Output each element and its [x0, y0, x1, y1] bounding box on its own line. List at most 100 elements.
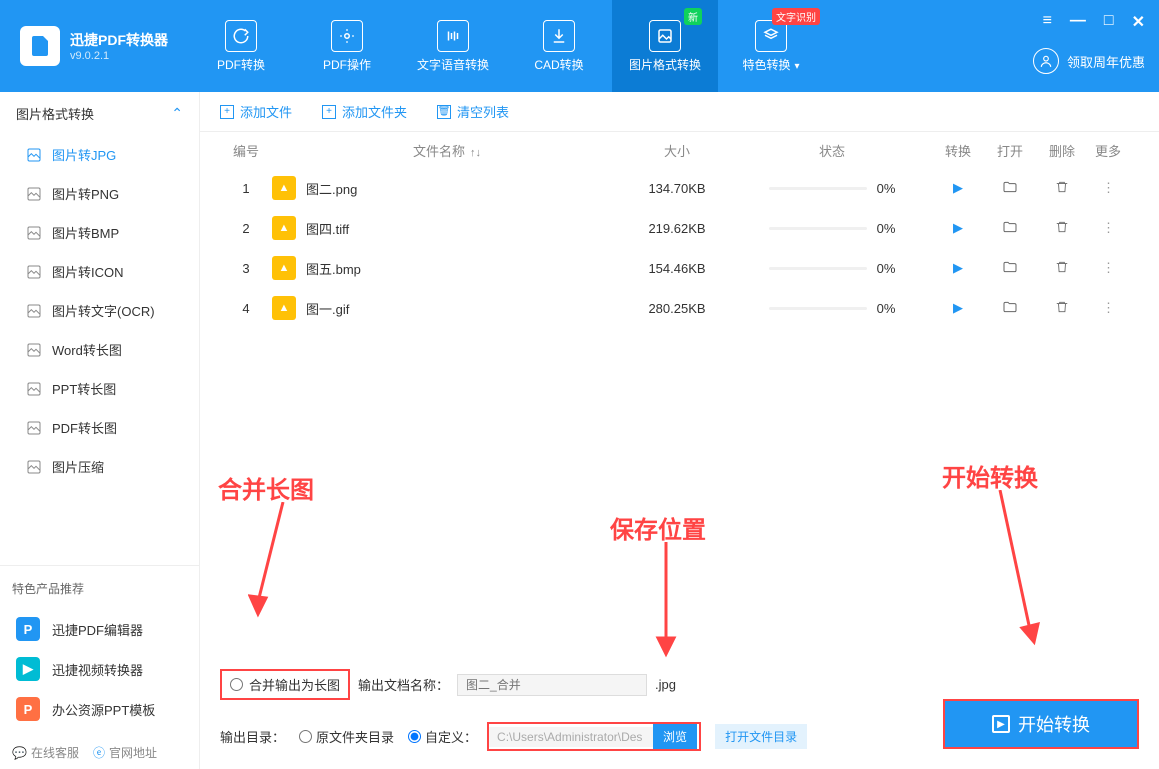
maximize-button[interactable]: □ — [1104, 12, 1114, 32]
sidebar-header[interactable]: 图片格式转换 ⌃ — [0, 92, 199, 135]
sidebar-item-8[interactable]: 图片压缩 — [0, 447, 199, 486]
row-filename: ▲ 图四.tiff — [272, 216, 622, 240]
rec-video-converter[interactable]: ▶ 迅捷视频转换器 — [12, 649, 187, 689]
side-icon — [26, 381, 42, 397]
close-button[interactable]: ✕ — [1132, 12, 1145, 32]
clear-list-button[interactable]: 🗑 清空列表 — [437, 102, 509, 121]
ppt-template-icon: P — [16, 697, 40, 721]
convert-button[interactable]: ▶ — [953, 180, 963, 195]
nav-icon-4 — [649, 20, 681, 52]
open-button[interactable] — [1002, 183, 1018, 198]
delete-button[interactable] — [1055, 182, 1069, 197]
output-path-input[interactable] — [489, 727, 653, 747]
progress-bar — [769, 307, 867, 310]
merge-radio-input[interactable] — [230, 678, 243, 691]
minimize-button[interactable]: — — [1070, 12, 1086, 32]
output-ext: .jpg — [655, 677, 676, 692]
open-dir-button[interactable]: 打开文件目录 — [715, 724, 807, 749]
nav-label: 文字语音转换 — [417, 56, 489, 73]
sidebar-item-3[interactable]: 图片转ICON — [0, 252, 199, 291]
row-size: 134.70KB — [622, 181, 732, 196]
row-filename: ▲ 图一.gif — [272, 296, 622, 320]
customer-service-link[interactable]: 💬 在线客服 — [12, 744, 79, 761]
more-button[interactable]: ⋮ — [1102, 300, 1114, 315]
file-toolbar: + 添加文件 + 添加文件夹 🗑 清空列表 — [200, 92, 1159, 132]
more-button[interactable]: ⋮ — [1102, 180, 1114, 195]
open-button[interactable] — [1002, 263, 1018, 278]
add-folder-button[interactable]: + 添加文件夹 — [322, 102, 407, 121]
output-name-input[interactable] — [457, 674, 647, 696]
sidebar-item-1[interactable]: 图片转PNG — [0, 174, 199, 213]
custom-dir-radio[interactable]: 自定义： — [408, 727, 477, 746]
app-header: 迅捷PDF转换器 v9.0.2.1 PDF转换PDF操作文字语音转换CAD转换新… — [0, 0, 1159, 92]
original-dir-radio[interactable]: 原文件夹目录 — [299, 727, 394, 746]
table-row[interactable]: 3 ▲ 图五.bmp 154.46KB 0% ▶ ⋮ — [200, 248, 1159, 288]
nav-4[interactable]: 新图片格式转换 — [612, 0, 718, 92]
rec-pdf-editor[interactable]: P 迅捷PDF编辑器 — [12, 609, 187, 649]
ie-icon: ⓔ — [93, 744, 105, 761]
sidebar-item-4[interactable]: 图片转文字(OCR) — [0, 291, 199, 330]
col-status: 状态 — [732, 141, 932, 160]
open-button[interactable] — [1002, 303, 1018, 318]
trash-icon: 🗑 — [437, 105, 451, 119]
app-body: 图片格式转换 ⌃ 图片转JPG图片转PNG 图片转BMP 图片转ICON 图片转文字(… — [0, 92, 1159, 769]
annotation-merge: 合并长图 — [218, 470, 314, 505]
side-label: 图片转BMP — [52, 223, 119, 242]
sidebar-item-7[interactable]: PDF转长图 — [0, 408, 199, 447]
browse-button[interactable]: 浏览 — [653, 724, 697, 749]
nav-3[interactable]: CAD转换 — [506, 0, 612, 92]
side-icon — [26, 264, 42, 280]
sidebar-item-5[interactable]: Word转长图 — [0, 330, 199, 369]
sidebar-item-2[interactable]: 图片转BMP — [0, 213, 199, 252]
main-panel: + 添加文件 + 添加文件夹 🗑 清空列表 编号 文件名称 ↑↓ 大小 状态 转… — [200, 92, 1159, 769]
nav-label: 特色转换▾ — [742, 56, 799, 73]
main-nav: PDF转换PDF操作文字语音转换 CAD转换 新图片格式转换文字识别特色转换▾ — [188, 0, 824, 92]
delete-button[interactable] — [1055, 262, 1069, 277]
table-row[interactable]: 2 ▲ 图四.tiff 219.62KB 0% ▶ ⋮ — [200, 208, 1159, 248]
app-title: 迅捷PDF转换器 — [70, 30, 168, 50]
row-index: 1 — [220, 181, 272, 196]
side-label: Word转长图 — [52, 340, 122, 359]
table-row[interactable]: 1 ▲ 图二.png 134.70KB 0% ▶ ⋮ — [200, 168, 1159, 208]
sidebar-item-0[interactable]: 图片转JPG — [0, 135, 199, 174]
annotation-start: 开始转换 — [942, 458, 1038, 493]
recommend-title: 特色产品推荐 — [12, 580, 187, 597]
side-icon — [26, 342, 42, 358]
merge-checkbox[interactable]: 合并输出为长图 — [220, 669, 350, 700]
official-site-link[interactable]: ⓔ 官网地址 — [93, 744, 157, 761]
side-icon — [26, 420, 42, 436]
user-icon — [1033, 48, 1059, 74]
convert-button[interactable]: ▶ — [953, 300, 963, 315]
row-index: 4 — [220, 301, 272, 316]
table-row[interactable]: 4 ▲ 图一.gif 280.25KB 0% ▶ ⋮ — [200, 288, 1159, 328]
side-label: 图片转ICON — [52, 262, 124, 281]
col-open: 打开 — [984, 141, 1036, 160]
rec-ppt-template[interactable]: P 办公资源PPT模板 — [12, 689, 187, 729]
convert-button[interactable]: ▶ — [953, 220, 963, 235]
nav-label: CAD转换 — [534, 56, 583, 73]
table-header: 编号 文件名称 ↑↓ 大小 状态 转换 打开 删除 更多 — [200, 132, 1159, 168]
more-button[interactable]: ⋮ — [1102, 220, 1114, 235]
open-button[interactable] — [1002, 223, 1018, 238]
nav-1[interactable]: PDF操作 — [294, 0, 400, 92]
col-filename[interactable]: 文件名称 ↑↓ — [272, 141, 622, 160]
menu-icon[interactable]: ≡ — [1043, 12, 1052, 32]
delete-button[interactable] — [1055, 302, 1069, 317]
arrow-merge — [248, 502, 298, 622]
start-convert-button[interactable]: ▶ 开始转换 — [943, 699, 1139, 749]
nav-2[interactable]: 文字语音转换 — [400, 0, 506, 92]
progress-text: 0% — [877, 181, 896, 196]
delete-button[interactable] — [1055, 222, 1069, 237]
sidebar-item-6[interactable]: PPT转长图 — [0, 369, 199, 408]
nav-0[interactable]: PDF转换 — [188, 0, 294, 92]
more-button[interactable]: ⋮ — [1102, 260, 1114, 275]
reward-label: 领取周年优惠 — [1067, 52, 1145, 71]
path-browse-box: 浏览 — [487, 722, 701, 751]
row-status: 0% — [732, 261, 932, 276]
nav-5[interactable]: 文字识别特色转换▾ — [718, 0, 824, 92]
add-file-button[interactable]: + 添加文件 — [220, 102, 292, 121]
side-label: 图片转文字(OCR) — [52, 301, 155, 320]
reward-link[interactable]: 领取周年优惠 — [1033, 48, 1145, 74]
convert-button[interactable]: ▶ — [953, 260, 963, 275]
nav-icon-0 — [225, 20, 257, 52]
